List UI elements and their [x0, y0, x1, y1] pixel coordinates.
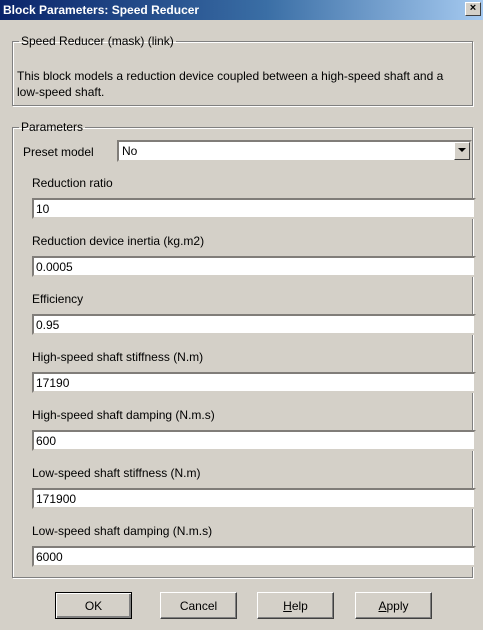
reduction-ratio-label: Reduction ratio	[32, 176, 113, 190]
reduction-ratio-field[interactable]	[32, 198, 476, 219]
ls-damping-field[interactable]	[32, 546, 476, 567]
window-title: Block Parameters: Speed Reducer	[3, 3, 200, 17]
preset-model-select[interactable]: No	[117, 140, 472, 162]
title-bar: Block Parameters: Speed Reducer ×	[0, 0, 483, 20]
description-legend: Speed Reducer (mask) (link)	[21, 34, 174, 48]
description-group: Speed Reducer (mask) (link) This block m…	[12, 34, 473, 106]
hs-damping-label: High-speed shaft damping (N.m.s)	[32, 408, 215, 422]
hs-damping-field[interactable]	[32, 430, 476, 451]
ls-stiffness-label: Low-speed shaft stiffness (N.m)	[32, 466, 201, 480]
cancel-button[interactable]: Cancel	[160, 592, 237, 619]
close-button[interactable]: ×	[465, 2, 481, 16]
ok-button[interactable]: OK	[55, 592, 132, 619]
efficiency-label: Efficiency	[32, 292, 84, 306]
reduction-inertia-label: Reduction device inertia (kg.m2)	[32, 234, 205, 248]
dropdown-button[interactable]	[454, 142, 470, 160]
help-button[interactable]: Help	[257, 592, 334, 619]
chevron-down-icon	[458, 148, 466, 152]
efficiency-field[interactable]	[32, 314, 476, 335]
description-text: This block models a reduction device cou…	[17, 69, 444, 99]
hs-stiffness-label: High-speed shaft stiffness (N.m)	[32, 350, 204, 364]
hs-stiffness-field[interactable]	[32, 372, 476, 393]
preset-model-value: No	[122, 144, 138, 158]
preset-model-label: Preset model	[23, 145, 94, 159]
ls-damping-label: Low-speed shaft damping (N.m.s)	[32, 524, 213, 538]
apply-button[interactable]: Apply	[355, 592, 432, 619]
parameters-legend: Parameters	[21, 120, 84, 134]
ls-stiffness-field[interactable]	[32, 488, 476, 509]
reduction-inertia-field[interactable]	[32, 256, 476, 277]
close-icon: ×	[469, 2, 477, 14]
